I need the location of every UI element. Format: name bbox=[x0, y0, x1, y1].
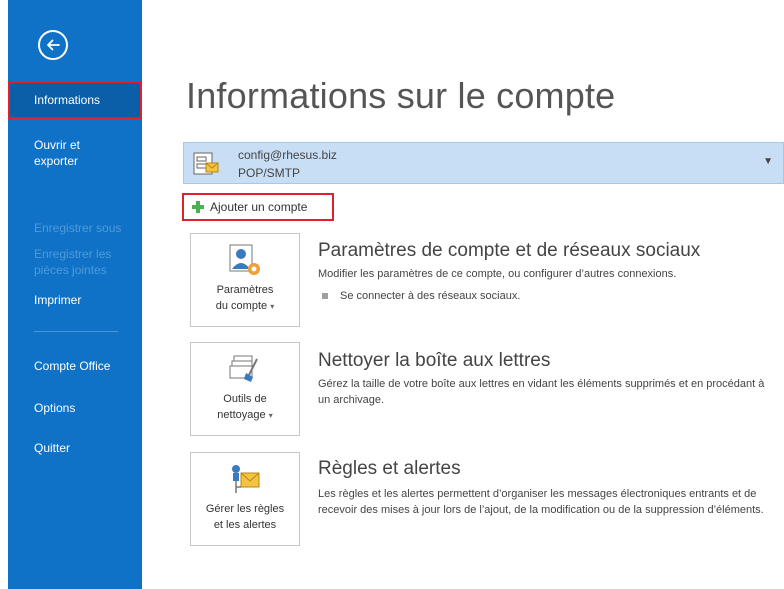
nav-informations[interactable]: Informations bbox=[8, 81, 142, 119]
social-networks-label: Se connecter à des réseaux sociaux. bbox=[340, 290, 521, 302]
rules-alerts-button[interactable]: Gérer les règles et les alertes bbox=[190, 452, 300, 546]
rules-alerts-line2: et les alertes bbox=[213, 519, 277, 531]
caret-down-icon: ▾ bbox=[270, 302, 275, 311]
nav-options-label: Options bbox=[34, 401, 76, 415]
nav-print-label: Imprimer bbox=[34, 293, 82, 307]
cleanup-tools-button[interactable]: Outils de nettoyage ▾ bbox=[190, 342, 300, 436]
nav-save-as: Enregistrer sous bbox=[8, 220, 142, 236]
cleanup-title: Nettoyer la boîte aux lettres bbox=[318, 350, 551, 371]
account-selector[interactable]: config@rhesus.biz POP/SMTP ▼ bbox=[183, 142, 784, 184]
page-title: Informations sur le compte bbox=[186, 75, 616, 116]
rules-alerts-icon bbox=[232, 465, 260, 493]
add-account-button[interactable]: Ajouter un compte bbox=[182, 193, 334, 221]
bullet-icon bbox=[322, 293, 328, 299]
cleanup-description: Gérez la taille de votre boîte aux lettr… bbox=[318, 378, 765, 406]
cleanup-tools-line2: nettoyage bbox=[217, 409, 266, 421]
plus-icon bbox=[192, 201, 204, 213]
nav-print[interactable]: Imprimer bbox=[8, 292, 142, 308]
nav-open-export[interactable]: Ouvrir et exporter bbox=[8, 137, 118, 169]
nav-office-account-label: Compte Office bbox=[34, 359, 111, 373]
nav-informations-label: Informations bbox=[34, 93, 101, 107]
account-type: POP/SMTP bbox=[238, 166, 301, 180]
sidebar: Informations Ouvrir et exporter Enregist… bbox=[8, 0, 142, 589]
nav-save-attachments-label: Enregistrer les pièces jointes bbox=[34, 247, 112, 277]
back-button[interactable] bbox=[38, 30, 68, 60]
account-settings-description: Modifier les paramètres de ce compte, ou… bbox=[318, 268, 677, 280]
rules-description: Les règles et les alertes permettent d’o… bbox=[318, 488, 764, 516]
cleanup-tools-icon bbox=[229, 355, 258, 382]
account-settings-line2: du compte bbox=[215, 300, 268, 312]
account-settings-icon bbox=[229, 244, 260, 275]
cleanup-tools-line1: Outils de bbox=[223, 393, 267, 405]
account-settings-title: Paramètres de compte et de réseaux socia… bbox=[318, 240, 701, 261]
rules-alerts-line1: Gérer les règles bbox=[205, 503, 285, 515]
account-settings-button[interactable]: Paramètres du compte ▾ bbox=[190, 233, 300, 327]
dropdown-arrow-icon: ▼ bbox=[763, 156, 773, 167]
back-arrow-icon bbox=[47, 39, 60, 51]
account-email: config@rhesus.biz bbox=[238, 148, 337, 162]
nav-save-as-label: Enregistrer sous bbox=[34, 221, 122, 235]
nav-options[interactable]: Options bbox=[8, 400, 142, 416]
nav-save-attachments: Enregistrer les pièces jointes bbox=[8, 246, 128, 278]
nav-separator bbox=[34, 331, 118, 332]
account-settings-line1: Paramètres bbox=[216, 284, 274, 296]
nav-open-export-label: Ouvrir et exporter bbox=[34, 138, 81, 168]
account-icon bbox=[193, 152, 219, 175]
nav-quit-label: Quitter bbox=[34, 441, 71, 455]
nav-quit[interactable]: Quitter bbox=[8, 440, 142, 456]
rules-title: Règles et alertes bbox=[318, 458, 461, 479]
caret-down-icon: ▾ bbox=[268, 411, 273, 420]
add-account-label: Ajouter un compte bbox=[210, 200, 308, 214]
nav-office-account[interactable]: Compte Office bbox=[8, 358, 142, 374]
social-networks-item[interactable]: Se connecter à des réseaux sociaux. bbox=[322, 290, 520, 302]
